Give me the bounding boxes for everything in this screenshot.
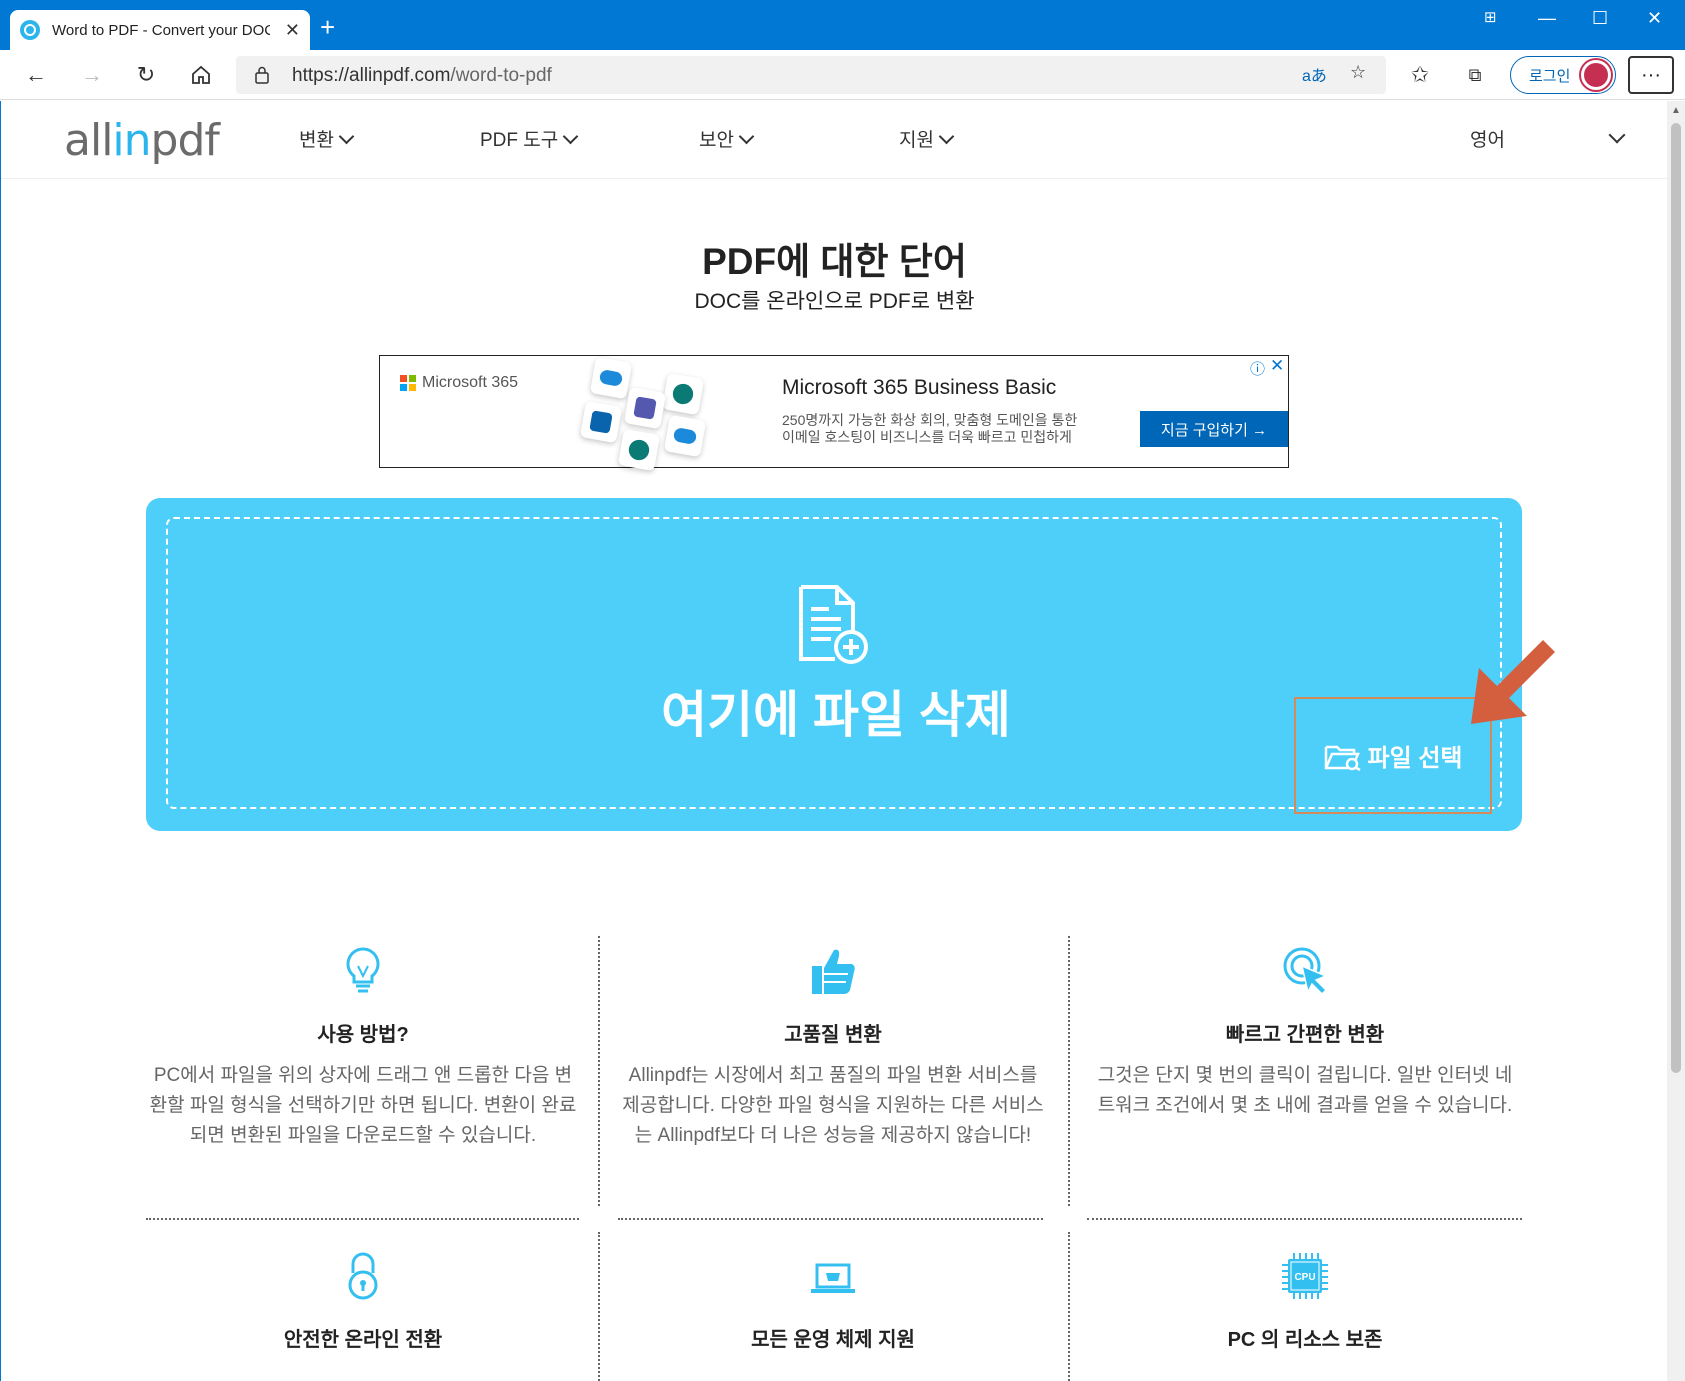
tab-title: Word to PDF - Convert your DOC (52, 21, 270, 39)
divider (1068, 936, 1070, 1206)
thumbs-up-icon (812, 949, 855, 994)
cpu-label: CPU (1294, 1272, 1315, 1283)
feature-title: 빠르고 간편한 변환 (1225, 1024, 1385, 1046)
feature-description: Allinpdf는 시장에서 최고 품질의 파일 변환 서비스를 제공합니다. … (622, 1065, 1044, 1146)
home-icon[interactable] (184, 59, 218, 91)
cpu-icon: CPU (1282, 1253, 1328, 1299)
divider (1068, 1232, 1070, 1381)
nav-support[interactable]: 지원 (899, 125, 955, 152)
window-close-icon[interactable]: ✕ (1647, 8, 1662, 29)
chevron-down-icon[interactable] (1608, 126, 1626, 144)
add-document-icon (799, 585, 868, 664)
collections-icon[interactable]: ⧉ (1458, 59, 1492, 91)
browser-toolbar: ← → ↻ https://allinpdf.com/word-to-pdf a… (0, 50, 1685, 100)
feature-resources: CPU PC 의 리소스 보존 (1090, 1251, 1520, 1352)
browser-tab[interactable]: Word to PDF - Convert your DOC ✕ (10, 10, 310, 50)
onedrive-icon (589, 356, 633, 400)
exchange-icon (579, 400, 623, 444)
site-favicon-icon (20, 20, 40, 40)
sharepoint-icon (617, 428, 661, 472)
add-favorite-icon[interactable]: ☆ (1350, 62, 1366, 83)
favorites-icon[interactable]: ✩ (1403, 59, 1437, 91)
features-section: 사용 방법? PC에서 파일을 위의 상자에 드래그 앤 드롭한 다음 변환할 … (146, 936, 1522, 1381)
microsoft-logo: Microsoft 365 (400, 374, 518, 392)
folder-search-icon (1324, 745, 1361, 771)
login-label: 로그인 (1529, 67, 1571, 85)
click-icon (1283, 947, 1328, 996)
scrollbar[interactable]: ▲ (1667, 101, 1685, 1381)
back-icon[interactable]: ← (19, 59, 53, 91)
new-tab-icon[interactable]: + (320, 14, 335, 40)
ad-info-icon[interactable]: ⓘ (1250, 358, 1265, 379)
read-aloud-icon[interactable]: aあ (1302, 62, 1327, 86)
chevron-down-icon (738, 128, 755, 145)
site-logo[interactable]: allinpdf (64, 115, 220, 166)
refresh-icon[interactable]: ↻ (129, 59, 163, 91)
chevron-down-icon (938, 128, 955, 145)
microsoft-grid-icon (400, 375, 416, 391)
feature-title: 모든 운영 체제 지원 (751, 1329, 915, 1351)
divider (146, 1218, 579, 1220)
page-subtitle: DOC를 온라인으로 PDF로 변환 (694, 290, 975, 313)
ad-banner[interactable]: Microsoft 365 Microsoft 365 Business Bas… (379, 355, 1289, 472)
feature-secure: 안전한 온라인 전환 (148, 1251, 578, 1352)
feature-how-to: 사용 방법? PC에서 파일을 위의 상자에 드래그 앤 드롭한 다음 변환할 … (148, 946, 578, 1151)
feature-description: 그것은 단지 몇 번의 클릭이 걸립니다. 일반 인터넷 네트워크 조건에서 몇… (1097, 1065, 1513, 1116)
page-title: PDF에 대한 단어 (702, 241, 967, 282)
lock-icon[interactable] (254, 66, 270, 84)
feature-quality: 고품질 변환 Allinpdf는 시장에서 최고 품질의 파일 변환 서비스를 … (618, 946, 1048, 1151)
divider (598, 936, 600, 1206)
login-button[interactable]: 로그인 (1510, 56, 1616, 94)
pointer-arrow-icon (1471, 640, 1555, 724)
nav-pdf-tools[interactable]: PDF 도구 (480, 125, 579, 152)
padlock-icon (348, 1252, 378, 1300)
url-text[interactable]: https://allinpdf.com/word-to-pdf (292, 65, 552, 87)
ad-close-icon[interactable]: ✕ (1270, 356, 1284, 376)
chevron-down-icon (562, 128, 579, 145)
tab-close-icon[interactable]: ✕ (285, 20, 300, 41)
teams-icon (623, 386, 667, 430)
onedrive-icon (663, 414, 707, 458)
divider (618, 1218, 1043, 1220)
feature-description: PC에서 파일을 위의 상자에 드래그 앤 드롭한 다음 변환할 파일 형식을 … (149, 1065, 577, 1146)
chevron-down-icon (338, 128, 355, 145)
choose-file-label: 파일 선택 (1367, 745, 1463, 772)
feature-title: 안전한 온라인 전환 (283, 1329, 443, 1351)
sharepoint-icon (661, 372, 705, 416)
scroll-up-icon[interactable]: ▲ (1671, 105, 1681, 116)
page-viewport: ▲ allinpdf 변환 PDF 도구 보안 지원 영어 PDF에 대한 단어… (0, 101, 1685, 1381)
feature-title: 사용 방법? (317, 1024, 409, 1046)
feature-title: 고품질 변환 (784, 1024, 882, 1046)
feature-title: PC 의 리소스 보존 (1227, 1329, 1383, 1351)
divider (598, 1232, 600, 1381)
site-header: allinpdf 변환 PDF 도구 보안 지원 영어 (1, 101, 1668, 179)
app-tiles-image (575, 356, 740, 472)
maximize-icon[interactable]: ☐ (1592, 8, 1608, 29)
feature-all-os: 모든 운영 체제 지원 (618, 1251, 1048, 1352)
divider (1087, 1218, 1522, 1220)
nav-security[interactable]: 보안 (699, 125, 755, 152)
language-select[interactable]: 영어 (1470, 125, 1505, 152)
forward-icon[interactable]: → (75, 59, 109, 91)
minimize-icon[interactable]: — (1538, 8, 1556, 29)
profile-avatar (1581, 60, 1611, 90)
ad-buy-button[interactable]: 지금 구입하기 → (1140, 411, 1288, 447)
browser-titlebar: Word to PDF - Convert your DOC ✕ + ⊞ — ☐… (0, 0, 1685, 50)
nav-convert[interactable]: 변환 (299, 125, 355, 152)
tab-actions-icon[interactable]: ⊞ (1484, 8, 1497, 26)
feature-fast: 빠르고 간편한 변환 그것은 단지 몇 번의 클릭이 걸립니다. 일반 인터넷 … (1090, 946, 1520, 1121)
more-options-button[interactable]: ··· (1628, 56, 1674, 94)
address-bar[interactable]: https://allinpdf.com/word-to-pdf aあ ☆ (236, 56, 1386, 94)
laptop-icon (811, 1263, 855, 1293)
scrollbar-thumb[interactable] (1671, 123, 1681, 1073)
ad-title: Microsoft 365 Business Basic (782, 376, 1057, 399)
ad-description: 250명까지 가능한 화상 회의, 맞춤형 도메인을 통한 이메일 호스팅이 비… (782, 412, 1078, 445)
lightbulb-icon (346, 947, 380, 993)
